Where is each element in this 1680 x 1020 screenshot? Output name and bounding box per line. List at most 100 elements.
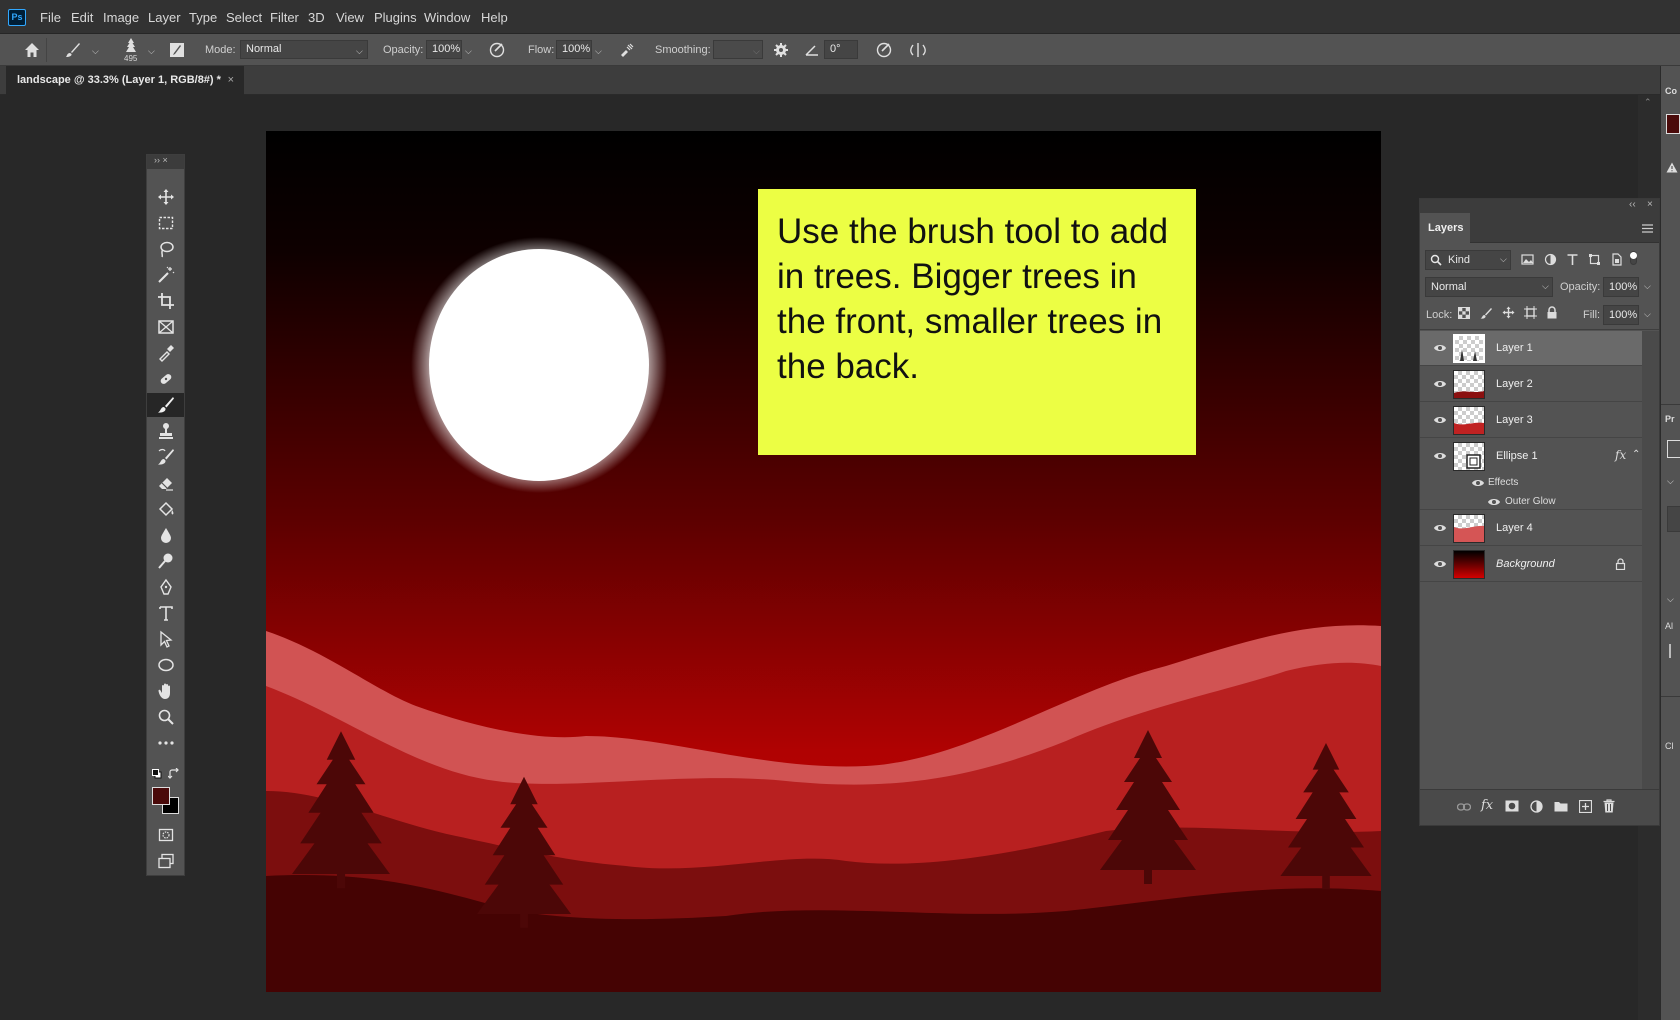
brush-settings-panel-icon[interactable] [168, 41, 186, 59]
frame-tool-icon[interactable] [147, 315, 184, 339]
visibility-eye-icon[interactable] [1433, 559, 1447, 569]
panel-menu-icon[interactable] [1642, 224, 1653, 233]
tools-panel-controls[interactable]: ›› × [154, 155, 168, 165]
more-tools-icon[interactable] [147, 731, 184, 755]
layer-name[interactable]: Layer 3 [1496, 414, 1533, 426]
visibility-eye-icon[interactable] [1433, 343, 1447, 353]
menu-layer[interactable]: Layer [148, 10, 181, 25]
layer-row-background[interactable]: Background [1420, 547, 1642, 582]
pen-tool-icon[interactable] [147, 575, 184, 599]
new-layer-icon[interactable] [1579, 800, 1592, 813]
fill-field[interactable]: 100% [1603, 305, 1639, 325]
add-mask-icon[interactable] [1505, 800, 1519, 812]
hand-tool-icon[interactable] [147, 679, 184, 703]
lock-artboard-icon[interactable] [1524, 306, 1537, 319]
visibility-eye-icon[interactable] [1433, 415, 1447, 425]
new-group-icon[interactable] [1554, 800, 1568, 812]
chevron-down-icon[interactable]: ⌵ [148, 46, 155, 57]
blur-tool-icon[interactable] [147, 523, 184, 547]
paint-bucket-tool-icon[interactable] [147, 497, 184, 521]
chevron-down-icon[interactable]: ⌵ [92, 46, 99, 57]
lasso-tool-icon[interactable] [147, 237, 184, 261]
menu-window[interactable]: Window [424, 10, 470, 25]
layer-name[interactable]: Layer 4 [1496, 522, 1533, 534]
type-tool-icon[interactable] [147, 601, 184, 625]
path-select-tool-icon[interactable] [147, 627, 184, 651]
pressure-size-icon[interactable] [875, 41, 893, 59]
foreground-color-swatch[interactable] [152, 787, 170, 805]
chevron-down-icon[interactable]: ⌵ [465, 46, 472, 57]
layers-scrollbar[interactable] [1642, 331, 1659, 789]
layer-name[interactable]: Background [1496, 558, 1555, 570]
pressure-opacity-icon[interactable] [488, 41, 506, 59]
close-tab-button[interactable]: × [228, 66, 234, 94]
menu-help[interactable]: Help [481, 10, 508, 25]
layer-row-layer-4[interactable]: Layer 4 [1420, 511, 1642, 546]
collapse-icon[interactable]: ‹‹ [1629, 199, 1636, 210]
chevron-up-icon[interactable]: ⌃ [1632, 449, 1640, 460]
home-icon[interactable] [23, 41, 41, 59]
blend-mode-select[interactable]: Normal [1425, 277, 1553, 297]
align-left-icon[interactable] [1669, 644, 1671, 658]
lock-transparent-icon[interactable] [1458, 307, 1470, 319]
ellipse-tool-icon[interactable] [147, 653, 184, 677]
eyedropper-tool-icon[interactable] [147, 341, 184, 365]
menu-view[interactable]: View [336, 10, 364, 25]
lock-pixels-icon[interactable] [1480, 307, 1492, 319]
document-tab[interactable]: landscape @ 33.3% (Layer 1, RGB/8#) * × [6, 66, 244, 95]
layer-name[interactable]: Layer 2 [1496, 378, 1533, 390]
symmetry-icon[interactable] [909, 41, 927, 59]
eraser-tool-icon[interactable] [147, 471, 184, 495]
color-swatch-preview[interactable] [1666, 114, 1680, 134]
airbrush-icon[interactable] [618, 41, 636, 59]
flow-field[interactable]: 100% [556, 40, 592, 59]
lock-icon[interactable] [1615, 558, 1626, 570]
properties-field[interactable] [1667, 506, 1680, 532]
chevron-down-icon[interactable]: ⌵ [1644, 281, 1651, 292]
filter-adjustment-icon[interactable] [1544, 253, 1557, 266]
quick-mask-icon[interactable] [147, 823, 184, 847]
layer-opacity-field[interactable]: 100% [1603, 277, 1639, 297]
menu-type[interactable]: Type [189, 10, 217, 25]
menu-3d[interactable]: 3D [308, 10, 325, 25]
properties-panel-tab[interactable]: Pr [1665, 414, 1675, 424]
color-panel-tab[interactable]: Co [1665, 86, 1677, 96]
mode-select[interactable]: Normal [240, 40, 368, 59]
layer-row-layer-3[interactable]: Layer 3 [1420, 403, 1642, 438]
tab-layers[interactable]: Layers [1420, 213, 1470, 243]
close-icon[interactable]: × [1647, 199, 1653, 210]
healing-tool-icon[interactable] [147, 367, 184, 391]
menu-image[interactable]: Image [103, 10, 139, 25]
chevron-up-icon[interactable]: ⌃ [1644, 97, 1652, 108]
default-colors-icon[interactable] [152, 769, 162, 779]
outer-glow-effect[interactable]: Outer Glow [1505, 496, 1556, 507]
chevron-down-icon[interactable]: ⌵ [1644, 309, 1651, 320]
swap-colors-icon[interactable] [168, 768, 180, 780]
layer-row-layer-2[interactable]: Layer 2 [1420, 367, 1642, 402]
marquee-tool-icon[interactable] [147, 211, 184, 235]
brush-tool-icon[interactable] [147, 393, 184, 417]
menu-edit[interactable]: Edit [71, 10, 93, 25]
chevron-down-icon[interactable]: ⌵ [1667, 594, 1674, 605]
filter-type-icon[interactable] [1566, 253, 1579, 266]
layer-name[interactable]: Layer 1 [1496, 342, 1533, 354]
lock-position-icon[interactable] [1502, 306, 1515, 319]
layer-row-layer-1[interactable]: Layer 1 [1420, 331, 1642, 366]
effects-eye-icon[interactable] [1471, 478, 1485, 488]
visibility-eye-icon[interactable] [1433, 379, 1447, 389]
screen-mode-icon[interactable] [147, 849, 184, 873]
crop-tool-icon[interactable] [147, 289, 184, 313]
clone-stamp-tool-icon[interactable] [147, 419, 184, 443]
menu-filter[interactable]: Filter [270, 10, 299, 25]
opacity-field[interactable]: 100% [426, 40, 462, 59]
brush-tip-icon[interactable] [122, 37, 140, 55]
filter-toggle[interactable] [1630, 251, 1637, 265]
history-brush-tool-icon[interactable] [147, 445, 184, 469]
layer-row-ellipse-1[interactable]: Ellipse 1 fx ⌃ Effects Outer Glow [1420, 439, 1642, 510]
lock-all-icon[interactable] [1546, 306, 1558, 319]
gear-icon[interactable] [772, 41, 790, 59]
chevron-down-icon[interactable]: ⌵ [595, 46, 602, 57]
brush-preset-icon[interactable] [64, 41, 82, 59]
outer-glow-eye-icon[interactable] [1487, 497, 1501, 507]
filter-shape-icon[interactable] [1588, 253, 1601, 266]
